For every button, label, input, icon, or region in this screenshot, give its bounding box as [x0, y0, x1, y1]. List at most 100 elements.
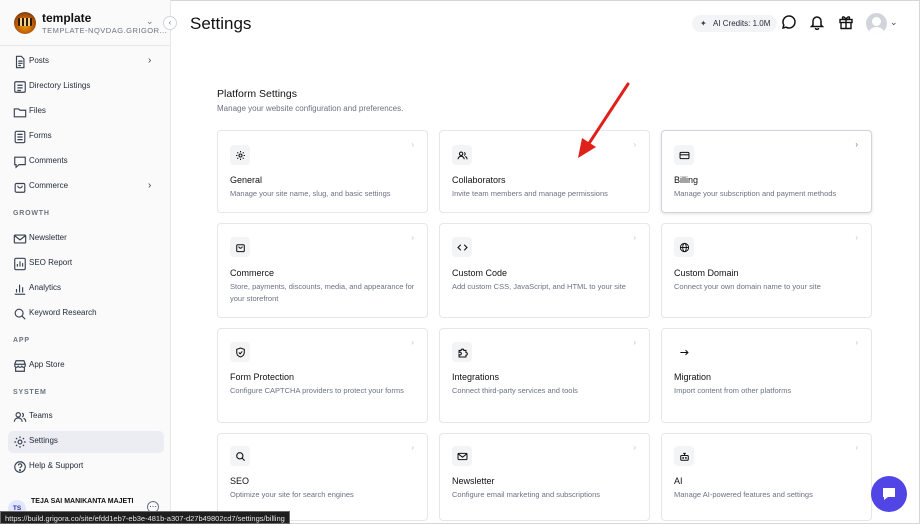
ai-credits-badge[interactable]: ✦ AI Credits: 1.0M [692, 15, 778, 32]
settings-card-custom-code[interactable]: › Custom Code Add custom CSS, JavaScript… [439, 223, 650, 318]
card-description: Invite team members and manage permissio… [452, 189, 608, 198]
ai-credits-label: AI Credits: 1.0M [713, 19, 771, 28]
user-name: TEJA SAI MANIKANTA MAJETI [31, 498, 134, 505]
settings-card-custom-domain[interactable]: › Custom Domain Connect your own domain … [661, 223, 872, 318]
store-icon [13, 359, 27, 373]
puzzle-icon [452, 342, 472, 362]
site-subdomain: TEMPLATE-NQVDAG.GRIGOR... [42, 26, 168, 35]
card-title: Custom Domain [674, 268, 739, 278]
site-switcher[interactable]: template TEMPLATE-NQVDAG.GRIGOR... ⌄ [0, 0, 171, 46]
chevron-right-icon: › [148, 55, 152, 66]
sidebar-item-analytics[interactable]: Analytics [8, 278, 164, 300]
sidebar-item-label: Keyword Research [29, 308, 97, 317]
bell-icon[interactable] [809, 14, 827, 32]
card-title: Collaborators [452, 175, 506, 185]
section-label-app: APP [13, 337, 30, 344]
sidebar-item-posts[interactable]: Posts › [8, 51, 164, 73]
card-title: Billing [674, 175, 699, 185]
sidebar-item-label: Directory Listings [29, 81, 91, 90]
sidebar-item-comments[interactable]: Comments [8, 151, 164, 173]
card-description: Store, payments, discounts, media, and a… [230, 282, 415, 303]
sidebar-item-label: Forms [29, 131, 52, 140]
site-logo [14, 12, 36, 34]
sidebar-item-keyword-research[interactable]: Keyword Research [8, 303, 164, 325]
mail-icon [13, 232, 27, 246]
chevron-down-icon[interactable]: ⌄ [890, 17, 898, 28]
chevron-down-icon: ⌄ [146, 16, 154, 26]
sidebar-item-label: SEO Report [29, 258, 73, 267]
sidebar-item-label: Teams [29, 411, 53, 420]
settings-card-general[interactable]: › General Manage your site name, slug, a… [217, 130, 428, 213]
collapse-sidebar-button[interactable]: ‹ [163, 16, 177, 30]
chat-launcher-button[interactable] [871, 476, 907, 512]
sidebar-item-label: Newsletter [29, 233, 67, 242]
chevron-right-icon: › [411, 338, 414, 347]
settings-card-seo[interactable]: › SEO Optimize your site for search engi… [217, 433, 428, 521]
users-icon [13, 410, 27, 424]
chevron-right-icon: › [633, 443, 636, 452]
sidebar-item-files[interactable]: Files [8, 101, 164, 123]
settings-card-form-protection[interactable]: › Form Protection Configure CAPTCHA prov… [217, 328, 428, 423]
site-name: template [42, 11, 92, 25]
sidebar-item-newsletter[interactable]: Newsletter [8, 228, 164, 250]
code-icon [452, 237, 472, 257]
sidebar-item-commerce[interactable]: Commerce › [8, 176, 164, 198]
document-icon [13, 55, 27, 69]
folder-icon [13, 105, 27, 119]
sidebar-item-directory-listings[interactable]: Directory Listings [8, 76, 164, 98]
list-icon [13, 80, 27, 94]
profile-avatar[interactable] [866, 13, 887, 34]
sidebar-item-label: App Store [29, 360, 65, 369]
chevron-right-icon: › [633, 233, 636, 242]
settings-card-commerce[interactable]: › Commerce Store, payments, discounts, m… [217, 223, 428, 318]
annotation-arrow [578, 82, 630, 158]
chat-bubble-icon [883, 488, 895, 500]
sidebar-item-seo-report[interactable]: SEO Report [8, 253, 164, 275]
chevron-right-icon: › [633, 338, 636, 347]
comment-icon [13, 155, 27, 169]
chevron-right-icon: › [855, 233, 858, 242]
settings-card-billing[interactable]: › Billing Manage your subscription and p… [661, 130, 872, 213]
card-description: Import content from other platforms [674, 386, 792, 395]
bag-icon [230, 237, 250, 257]
section-title: Platform Settings [217, 88, 297, 100]
settings-card-integrations[interactable]: › Integrations Connect third-party servi… [439, 328, 650, 423]
sidebar-item-teams[interactable]: Teams [8, 406, 164, 428]
chart-icon [13, 282, 27, 296]
settings-card-newsletter[interactable]: › Newsletter Configure email marketing a… [439, 433, 650, 521]
report-icon [13, 257, 27, 271]
page-title: Settings [190, 14, 252, 33]
card-description: Manage AI-powered features and settings [674, 490, 813, 499]
sidebar-item-label: Posts [29, 56, 50, 65]
gift-icon[interactable] [838, 14, 856, 32]
chevron-right-icon: › [411, 233, 414, 242]
status-url-tooltip: https://build.grigora.co/site/efdd1eb7-e… [0, 511, 290, 524]
sidebar-item-label: Files [29, 106, 46, 115]
chevron-right-icon: › [411, 443, 414, 452]
arrow-right-icon [674, 342, 694, 362]
sidebar-item-label: Comments [29, 156, 68, 165]
chevron-right-icon: › [411, 140, 414, 149]
card-title: AI [674, 476, 683, 486]
sidebar-item-app-store[interactable]: App Store [8, 355, 164, 377]
section-label-growth: GROWTH [13, 210, 50, 217]
settings-card-migration[interactable]: › Migration Import content from other pl… [661, 328, 872, 423]
search-icon [230, 446, 250, 466]
settings-card-ai[interactable]: › AI Manage AI-powered features and sett… [661, 433, 872, 521]
globe-icon [674, 237, 694, 257]
card-title: Migration [674, 372, 712, 382]
card-description: Configure CAPTCHA providers to protect y… [230, 386, 404, 395]
sidebar: template TEMPLATE-NQVDAG.GRIGOR... ⌄ Pos… [0, 0, 171, 524]
gear-icon [13, 435, 27, 449]
chevron-right-icon: › [855, 338, 858, 347]
sidebar-item-help-support[interactable]: Help & Support [8, 456, 164, 478]
section-description: Manage your website configuration and pr… [217, 104, 404, 113]
card-description: Optimize your site for search engines [230, 490, 354, 499]
sidebar-item-forms[interactable]: Forms [8, 126, 164, 148]
sidebar-item-label: Settings [29, 436, 58, 445]
sidebar-item-settings[interactable]: Settings [8, 431, 164, 453]
card-title: Form Protection [230, 372, 295, 382]
credit-card-icon [674, 145, 694, 165]
chat-icon[interactable] [781, 14, 799, 32]
robot-icon [674, 446, 694, 466]
